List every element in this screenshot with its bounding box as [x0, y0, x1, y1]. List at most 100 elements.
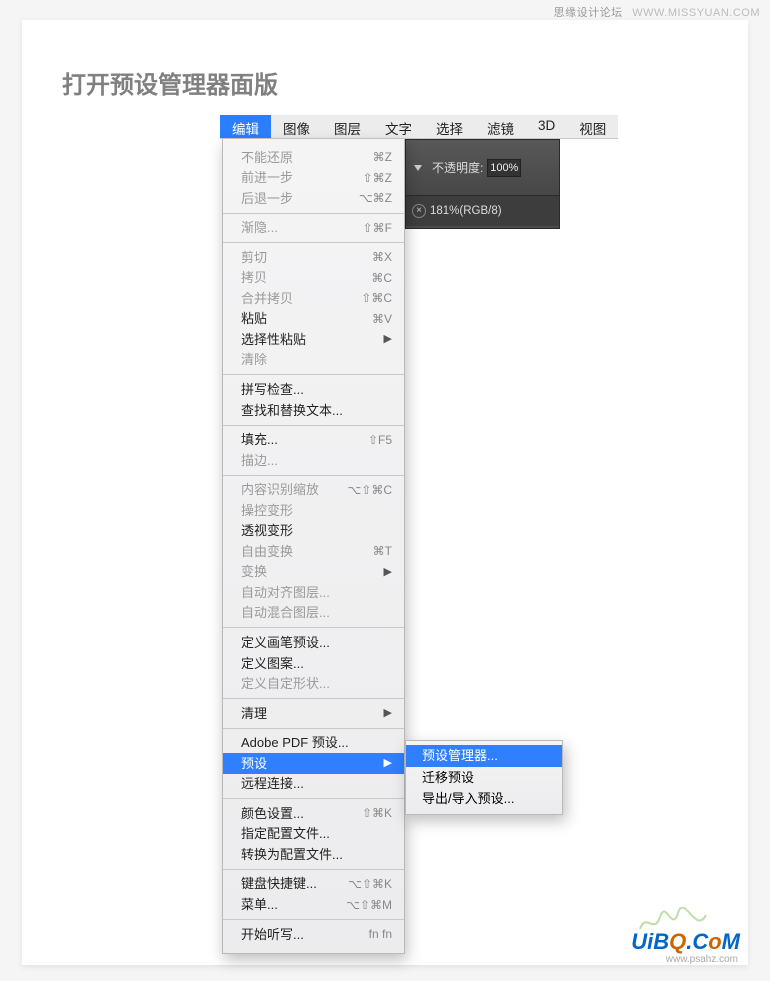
menu-item-label: 自动对齐图层... [241, 584, 330, 602]
menu-item[interactable]: 选择性粘贴▶ [223, 329, 404, 350]
menu-item-shortcut: ⌘T [373, 543, 392, 559]
menu-item[interactable]: 预设 ▶ [223, 753, 404, 774]
submenu-arrow-icon: ▶ [384, 565, 392, 580]
submenu-item[interactable]: 迁移预设 [406, 767, 562, 789]
menu-item[interactable]: 颜色设置...⇧⌘K [223, 803, 404, 824]
menu-item[interactable]: 拼写检查... [223, 379, 404, 400]
menu-item-shortcut: ⌥⇧⌘M [346, 897, 392, 913]
watermark-logo: UiBQ.CoM www.psahz.com [631, 929, 740, 955]
menu-item[interactable]: 远程连接... [223, 774, 404, 795]
menu-item-label: 前进一步 [241, 169, 293, 187]
logo-part-5: M [722, 929, 740, 954]
document-tab-row: × 181%(RGB/8) [406, 196, 559, 226]
opacity-label: 不透明度: [432, 159, 483, 176]
menu-item-label: 远程连接... [241, 775, 304, 793]
menu-item-label: 透视变形 [241, 522, 293, 540]
menu-item: 不能还原 ⌘Z [223, 147, 404, 168]
menu-item-shortcut: ⌥⇧⌘K [348, 876, 392, 892]
menu-item-label: 后退一步 [241, 190, 293, 208]
menubar-item-4[interactable]: 选择 [424, 115, 475, 138]
menu-item-label: 渐隐... [241, 219, 278, 237]
menu-item: 内容识别缩放⌥⇧⌘C [223, 480, 404, 501]
menu-item-label: 键盘快捷键... [241, 875, 317, 893]
menu-item-label: 查找和替换文本... [241, 402, 343, 420]
menu-item-label: 定义图案... [241, 655, 304, 673]
content-card: 打开预设管理器面版 不透明度: 100% × 181%(RGB/8) 编辑图像图… [22, 20, 748, 965]
menu-item-shortcut: ⌘C [371, 270, 392, 286]
logo-part-3: .C [686, 929, 708, 954]
menu-item[interactable]: 菜单... ⌥⇧⌘M [223, 895, 404, 916]
menu-item-shortcut: ⌘V [372, 311, 392, 327]
menu-item[interactable]: 粘贴 ⌘V [223, 309, 404, 330]
menu-item-label: 操控变形 [241, 502, 293, 520]
menu-item-label: 清除 [241, 351, 267, 369]
document-tab-label[interactable]: 181%(RGB/8) [430, 205, 502, 217]
picker-dropdown-icon[interactable] [414, 165, 422, 171]
menu-item-shortcut: ⇧⌘K [362, 805, 392, 821]
menu-item-label: 清理 [241, 705, 267, 723]
logo-url: www.psahz.com [666, 954, 738, 965]
menu-item: 后退一步 ⌥⌘Z [223, 188, 404, 209]
edit-menu-dropdown: 不能还原 ⌘Z 前进一步 ⇧⌘Z 后退一步 ⌥⌘Z 渐隐... ⇧⌘F 剪切⌘X拷贝 ⌘C 合并拷贝… [222, 139, 405, 954]
menubar-item-3[interactable]: 文字 [373, 115, 424, 138]
menu-item-label: 粘贴 [241, 310, 267, 328]
menubar-item-6[interactable]: 3D [526, 115, 567, 138]
menubar-item-5[interactable]: 滤镜 [475, 115, 526, 138]
logo-part-2: Q [669, 929, 686, 954]
menu-item-label: 定义自定形状... [241, 675, 330, 693]
menu-item-shortcut: ⇧⌘F [363, 220, 392, 236]
menu-item-label: 填充... [241, 431, 278, 449]
menu-item-label: 菜单... [241, 896, 278, 914]
menu-item-label: 剪切 [241, 249, 267, 267]
menu-item-shortcut: ⌘Z [373, 149, 392, 165]
menu-item[interactable]: 定义画笔预设... [223, 632, 404, 653]
menu-item: 自动对齐图层... [223, 582, 404, 603]
close-icon[interactable]: × [412, 204, 426, 218]
menubar: 编辑图像图层文字选择滤镜3D视图 [220, 115, 618, 139]
menu-item-shortcut: fn fn [369, 926, 392, 942]
menu-item: 自动混合图层... [223, 603, 404, 624]
menubar-item-7[interactable]: 视图 [567, 115, 618, 138]
menu-item[interactable]: 透视变形 [223, 521, 404, 542]
menu-item-label: 内容识别缩放 [241, 481, 319, 499]
submenu-item[interactable]: 预设管理器... [406, 745, 562, 767]
watermark-text-1: 思缘设计论坛 [554, 7, 623, 19]
menu-item-label: 变换 [241, 563, 267, 581]
options-row: 不透明度: 100% [406, 140, 559, 196]
menu-item-label: 定义画笔预设... [241, 634, 330, 652]
menu-item[interactable]: 填充...⇧F5 [223, 430, 404, 451]
menubar-item-0[interactable]: 编辑 [220, 115, 271, 138]
menubar-item-1[interactable]: 图像 [271, 115, 322, 138]
menu-item-label: 拷贝 [241, 269, 267, 287]
submenu-item[interactable]: 导出/导入预设... [406, 788, 562, 810]
menu-item-label: 拼写检查... [241, 381, 304, 399]
submenu-arrow-icon: ▶ [384, 756, 392, 771]
menu-item-label: 预设 [241, 755, 267, 773]
menu-item-label: 合并拷贝 [241, 290, 293, 308]
menu-item[interactable]: 查找和替换文本... [223, 400, 404, 421]
menu-item[interactable]: 转换为配置文件... [223, 844, 404, 865]
menu-item-label: 自动混合图层... [241, 604, 330, 622]
menu-item: 剪切⌘X [223, 247, 404, 268]
opacity-field[interactable]: 100% [487, 159, 521, 177]
menu-item[interactable]: 指定配置文件... [223, 824, 404, 845]
menu-item-label: 转换为配置文件... [241, 846, 343, 864]
logo-part-4: o [708, 929, 721, 954]
menu-item: 拷贝 ⌘C [223, 268, 404, 289]
watermark-text-2: WWW.MISSYUAN.COM [632, 7, 760, 19]
menubar-item-2[interactable]: 图层 [322, 115, 373, 138]
logo-part-1: UiB [631, 929, 669, 954]
menu-item: 自由变换⌘T [223, 541, 404, 562]
menu-item-label: 描边... [241, 452, 278, 470]
menu-item[interactable]: Adobe PDF 预设... [223, 733, 404, 754]
menu-item: 定义自定形状... [223, 674, 404, 695]
menu-item[interactable]: 清理▶ [223, 703, 404, 724]
menu-item[interactable]: 开始听写...fn fn [223, 924, 404, 945]
menu-item-label: 选择性粘贴 [241, 331, 306, 349]
ps-options-bar: 不透明度: 100% × 181%(RGB/8) [405, 139, 560, 229]
menu-item-label: 不能还原 [241, 149, 293, 167]
menu-item[interactable]: 定义图案... [223, 653, 404, 674]
menu-item-shortcut: ⌥⌘Z [359, 190, 392, 206]
menu-item[interactable]: 键盘快捷键... ⌥⇧⌘K [223, 874, 404, 895]
menu-item-shortcut: ⇧⌘Z [363, 170, 392, 186]
